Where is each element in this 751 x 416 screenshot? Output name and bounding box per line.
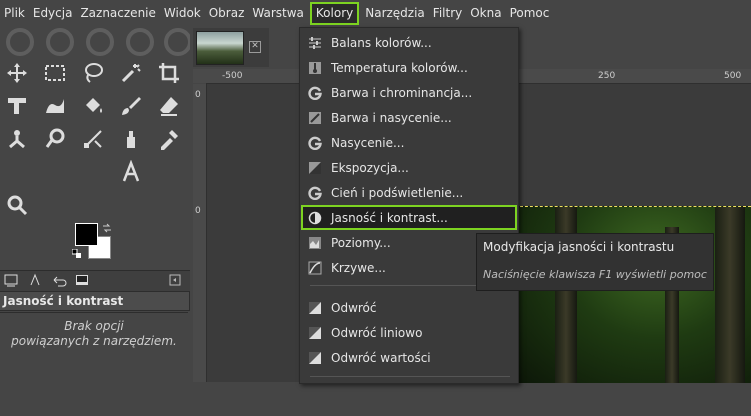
close-tab-icon[interactable]: ✕ bbox=[249, 41, 261, 53]
g-logo-icon bbox=[308, 86, 322, 100]
text-placeholder-icon bbox=[2, 157, 32, 187]
menu-item-label: Balans kolorów... bbox=[331, 35, 432, 50]
invert-icon bbox=[308, 351, 322, 365]
text-tool-icon[interactable] bbox=[116, 157, 146, 187]
exposure-icon bbox=[308, 161, 322, 175]
menu-separator bbox=[310, 376, 510, 377]
menu-item-label: Temperatura kolorów... bbox=[331, 60, 468, 75]
menu-warstwa[interactable]: Warstwa bbox=[248, 0, 308, 27]
ruler-label: 0 bbox=[195, 206, 201, 216]
device-status-tab-icon[interactable] bbox=[26, 271, 44, 289]
smudge-tool-icon[interactable] bbox=[40, 124, 70, 154]
unified-transform-tool-icon[interactable] bbox=[2, 91, 32, 121]
menu-item-saturation[interactable]: Nasycenie... bbox=[301, 130, 517, 155]
ruler-label: 0 bbox=[195, 90, 201, 100]
dock-menu-icon[interactable] bbox=[166, 271, 184, 289]
menu-item-label: Odwróć wartości bbox=[331, 350, 431, 365]
wilber-decoration-icon bbox=[6, 28, 190, 56]
menu-item-label: Barwa i chrominancja... bbox=[331, 85, 473, 100]
tool-options-title: Jasność i kontrast bbox=[0, 291, 190, 311]
tool-options-desc-line2: powiązanych z narzędziem. bbox=[11, 334, 177, 348]
menubar: Plik Edycja Zaznaczenie Widok Obraz Wars… bbox=[0, 0, 751, 27]
tool-options-description: Brak opcji powiązanych z narzędziem. bbox=[0, 312, 188, 416]
bucket-fill-tool-icon[interactable] bbox=[78, 91, 108, 121]
vertical-ruler[interactable]: 0 0 bbox=[193, 84, 207, 382]
curves-icon bbox=[308, 261, 322, 275]
ruler-corner[interactable] bbox=[193, 69, 206, 83]
tool-options-desc-line1: Brak opcji bbox=[64, 319, 124, 333]
menu-item-brightness-contrast[interactable]: Jasność i kontrast... bbox=[301, 205, 517, 230]
menu-narzedzia[interactable]: Narzędzia bbox=[361, 0, 429, 27]
menu-obraz[interactable]: Obraz bbox=[205, 0, 249, 27]
menu-item-label: Jasność i kontrast... bbox=[331, 210, 448, 225]
fg-bg-colors[interactable] bbox=[72, 223, 122, 268]
image-tab[interactable]: ✕ bbox=[193, 28, 269, 67]
dock-tabs bbox=[0, 270, 190, 291]
menu-item-color-balance[interactable]: Balans kolorów... bbox=[301, 30, 517, 55]
ruler-label: -500 bbox=[222, 71, 243, 81]
tooltip-hint: Naciśnięcie klawisza F1 wyświetli pomoc bbox=[483, 268, 707, 281]
images-tab-icon[interactable] bbox=[73, 271, 91, 289]
paintbrush-tool-icon[interactable] bbox=[116, 91, 146, 121]
menu-pomoc[interactable]: Pomoc bbox=[506, 0, 554, 27]
menu-item-label: Cień i podświetlenie... bbox=[331, 185, 464, 200]
menu-kolory[interactable]: Kolory bbox=[309, 2, 360, 25]
menu-item-label: Barwa i nasycenie... bbox=[331, 110, 452, 125]
histogram-icon bbox=[308, 236, 322, 250]
image-thumbnail[interactable] bbox=[196, 31, 244, 65]
menu-item-shadows-highlights[interactable]: Cień i podświetlenie... bbox=[301, 180, 517, 205]
hue-saturation-icon bbox=[308, 111, 322, 125]
tree-trunk bbox=[715, 207, 745, 383]
ruler-label: 250 bbox=[598, 71, 616, 81]
menu-item-linear-invert[interactable]: Odwróć liniowo bbox=[301, 320, 517, 345]
ink-tool-icon[interactable] bbox=[116, 124, 146, 154]
menu-item-invert[interactable]: Odwróć bbox=[301, 295, 517, 320]
tooltip: Modyfikacja jasności i kontrastu Naciśni… bbox=[476, 233, 714, 291]
swap-colors-icon[interactable] bbox=[102, 223, 112, 233]
menu-item-label: Odwróć bbox=[331, 300, 377, 315]
color-picker-tool-icon[interactable] bbox=[154, 124, 184, 154]
default-colors-icon[interactable] bbox=[72, 249, 81, 258]
invert-icon bbox=[308, 301, 322, 315]
move-tool-icon[interactable] bbox=[2, 58, 32, 88]
levels-sliders-icon bbox=[308, 36, 322, 50]
fuzzy-select-tool-icon[interactable] bbox=[116, 58, 146, 88]
toolbox: Jasność i kontrast Brak opcji powiązanyc… bbox=[0, 27, 190, 382]
menu-plik[interactable]: Plik bbox=[0, 0, 29, 27]
menu-item-color-temperature[interactable]: Temperatura kolorów... bbox=[301, 55, 517, 80]
menu-item-label: Ekspozycja... bbox=[331, 160, 409, 175]
invert-icon bbox=[308, 326, 322, 340]
g-logo-icon bbox=[308, 136, 322, 150]
foreground-color-swatch[interactable] bbox=[75, 223, 98, 246]
menu-item-label: Poziomy... bbox=[331, 235, 391, 250]
menu-filtry[interactable]: Filtry bbox=[429, 0, 466, 27]
menu-item-label: Nasycenie... bbox=[331, 135, 405, 150]
menu-widok[interactable]: Widok bbox=[160, 0, 205, 27]
tooltip-title: Modyfikacja jasności i kontrastu bbox=[483, 240, 675, 254]
menu-item-value-invert[interactable]: Odwróć wartości bbox=[301, 345, 517, 370]
g-logo-icon bbox=[308, 186, 322, 200]
warp-transform-tool-icon[interactable] bbox=[40, 91, 70, 121]
undo-history-tab-icon[interactable] bbox=[50, 271, 68, 289]
menu-item-hue-saturation[interactable]: Barwa i nasycenie... bbox=[301, 105, 517, 130]
ruler-label: 500 bbox=[724, 71, 742, 81]
menu-item-label: Krzywe... bbox=[331, 260, 386, 275]
clone-tool-icon[interactable] bbox=[2, 124, 32, 154]
lasso-tool-icon[interactable] bbox=[78, 58, 108, 88]
menu-zaznaczenie[interactable]: Zaznaczenie bbox=[76, 0, 159, 27]
menu-item-hue-chroma[interactable]: Barwa i chrominancja... bbox=[301, 80, 517, 105]
menu-edycja[interactable]: Edycja bbox=[29, 0, 77, 27]
menu-okna[interactable]: Okna bbox=[466, 0, 505, 27]
colors-menu: Balans kolorów... Temperatura kolorów...… bbox=[299, 27, 519, 384]
tool-options-tab-icon[interactable] bbox=[2, 271, 20, 289]
menu-item-exposure[interactable]: Ekspozycja... bbox=[301, 155, 517, 180]
eraser-tool-icon[interactable] bbox=[154, 91, 184, 121]
paths-tool-icon[interactable] bbox=[78, 124, 108, 154]
thermometer-icon bbox=[308, 61, 322, 75]
menu-item-label: Odwróć liniowo bbox=[331, 325, 423, 340]
rect-select-tool-icon[interactable] bbox=[40, 58, 70, 88]
crop-tool-icon[interactable] bbox=[154, 58, 184, 88]
half-circle-icon bbox=[308, 211, 322, 225]
zoom-tool-icon[interactable] bbox=[2, 190, 32, 220]
